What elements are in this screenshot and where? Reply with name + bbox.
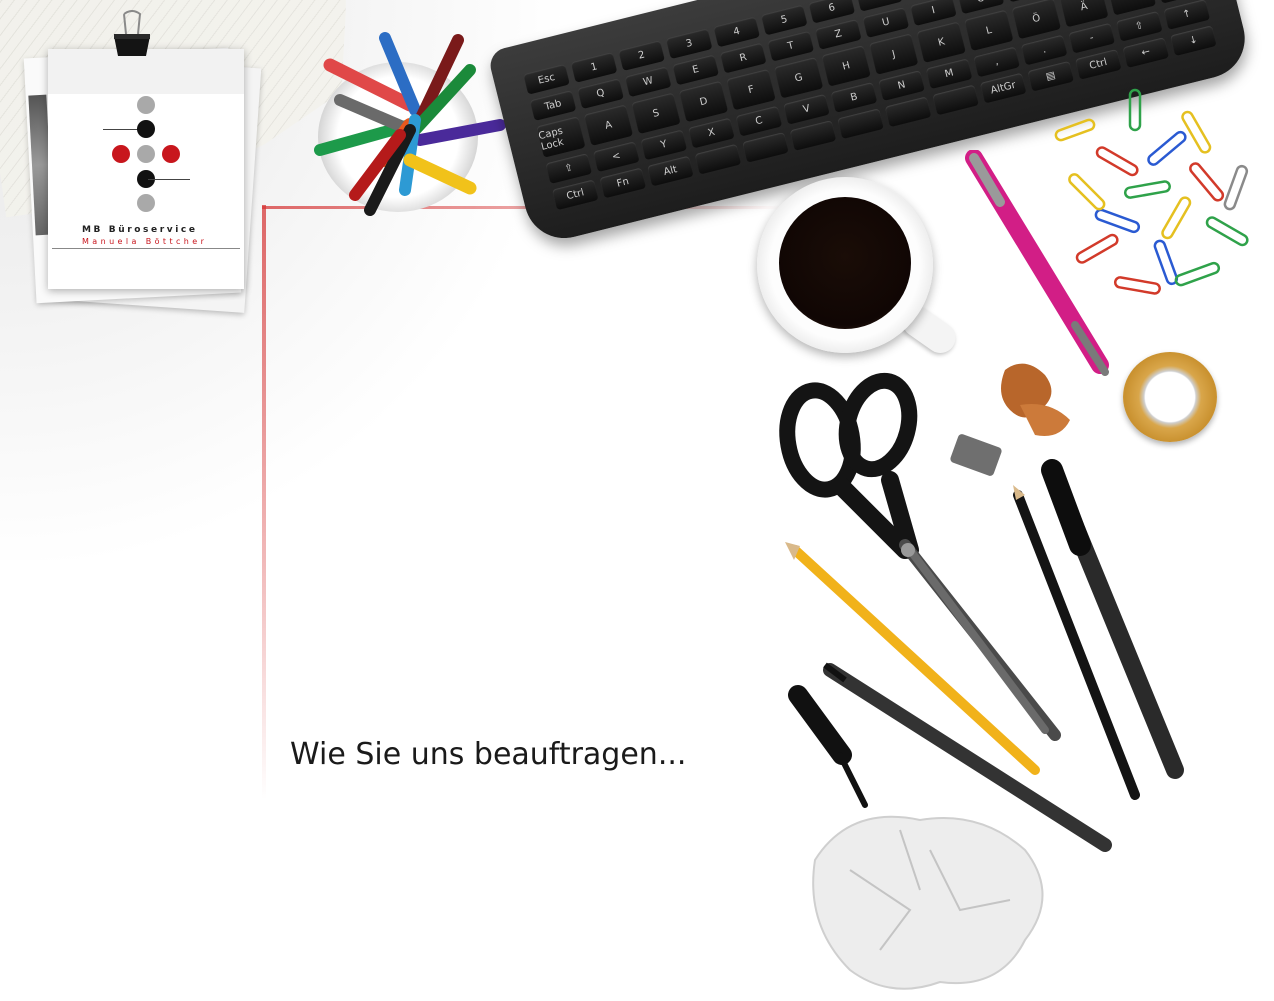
desk-tools-icon [779, 363, 1184, 990]
binder-clip-icon [114, 10, 150, 56]
logo-dot [137, 145, 155, 163]
keyboard-key: H [821, 45, 871, 87]
keyboard-key: ⇧ [545, 153, 593, 184]
logo-card: MB Büroservice Manuela Böttcher [48, 49, 244, 289]
brand-owner-name: Manuela Böttcher [82, 237, 208, 246]
keyboard-key: 2 [618, 40, 666, 72]
keyboard-key: T [767, 30, 815, 62]
brand-name: MB Büroservice [82, 225, 198, 235]
keyboard-key: R [719, 42, 767, 74]
keyboard-key: ↑ [1163, 0, 1211, 30]
keyboard-key: G [773, 57, 824, 99]
keyboard-key: - [1068, 22, 1116, 54]
keyboard-key: Z [814, 19, 862, 50]
keyboard-key: J [869, 33, 919, 75]
keyboard-key: V [783, 93, 830, 125]
keyboard-key: Y [640, 129, 688, 161]
keyboard-key: X [688, 117, 735, 149]
sharpener-icon [950, 434, 1002, 476]
keyboard-key: E [672, 54, 720, 86]
keyboard-key: B [830, 82, 878, 113]
keyboard-key [837, 108, 885, 140]
logo-dot [112, 145, 130, 163]
coffee-cup [755, 175, 962, 365]
keyboard-key: C [735, 105, 783, 137]
keyboard-key: N [878, 70, 926, 101]
keyboard-key [789, 120, 837, 151]
logo-dot [137, 120, 155, 138]
keyboard-key: A [583, 104, 634, 146]
keyboard-key: S [631, 92, 681, 135]
keyboard-key: Ctrl [1074, 48, 1122, 80]
keyboard-key: ← [1122, 37, 1170, 68]
scissors-icon [779, 372, 1061, 741]
logo-dot [137, 96, 155, 114]
brand-divider [52, 248, 240, 249]
keyboard-key: 5 [760, 4, 808, 36]
keyboard-key: W [624, 66, 672, 98]
keyboard-key: Tab [529, 90, 577, 121]
keyboard-key [932, 84, 980, 116]
keyboard-key: K [916, 21, 967, 63]
page-headline: Wie Sie uns beauftragen... [290, 737, 687, 772]
fineliner-icon [823, 662, 1112, 852]
keyboard-key: L [964, 9, 1014, 52]
keyboard-key: M [925, 58, 973, 90]
keyboard-key: Ä [1059, 0, 1109, 28]
keyboard-key: Esc [523, 63, 570, 95]
keyboard-key: AltGr [979, 72, 1027, 104]
logo-dot [162, 145, 180, 163]
keyboard-key: ⇧ [1115, 10, 1163, 42]
coffee-liquid [779, 197, 911, 329]
keyboard-key: ↓ [1170, 25, 1217, 57]
pencil-shavings-icon [1001, 363, 1070, 436]
logo-dot [137, 194, 155, 212]
keyboard-key [742, 131, 789, 163]
keyboard-key: Alt [647, 155, 694, 187]
keyboard-key: < [592, 141, 640, 173]
red-margin-line-vertical [262, 205, 266, 800]
keyboard-key: Ctrl [551, 179, 599, 211]
crumpled-paper-icon [812, 815, 1044, 990]
keyboard-key: , [973, 46, 1021, 78]
keyboard-key: D [678, 80, 729, 123]
keyboard-key: Ö [1011, 0, 1062, 40]
keyboard-key: 1 [570, 52, 618, 83]
keyboard-key: U [862, 7, 910, 38]
keyboard-key: 3 [665, 28, 713, 60]
keyboard-key: F [726, 68, 776, 111]
keyboard-key [884, 96, 932, 128]
keyboard-key: Caps Lock [536, 116, 586, 158]
logo-line [148, 179, 190, 180]
pen-cap-icon [788, 685, 868, 808]
keyboard-key: 4 [713, 16, 761, 48]
logo-note[interactable]: MB Büroservice Manuela Böttcher [23, 45, 262, 315]
keyboard-key: I [910, 0, 957, 27]
keyboard-key: Q [577, 78, 625, 110]
paper-clips-icon [1054, 88, 1249, 295]
keyboard-key: . [1020, 34, 1068, 66]
keyboard-key [694, 143, 742, 175]
keyboard-key: Fn [599, 167, 647, 199]
